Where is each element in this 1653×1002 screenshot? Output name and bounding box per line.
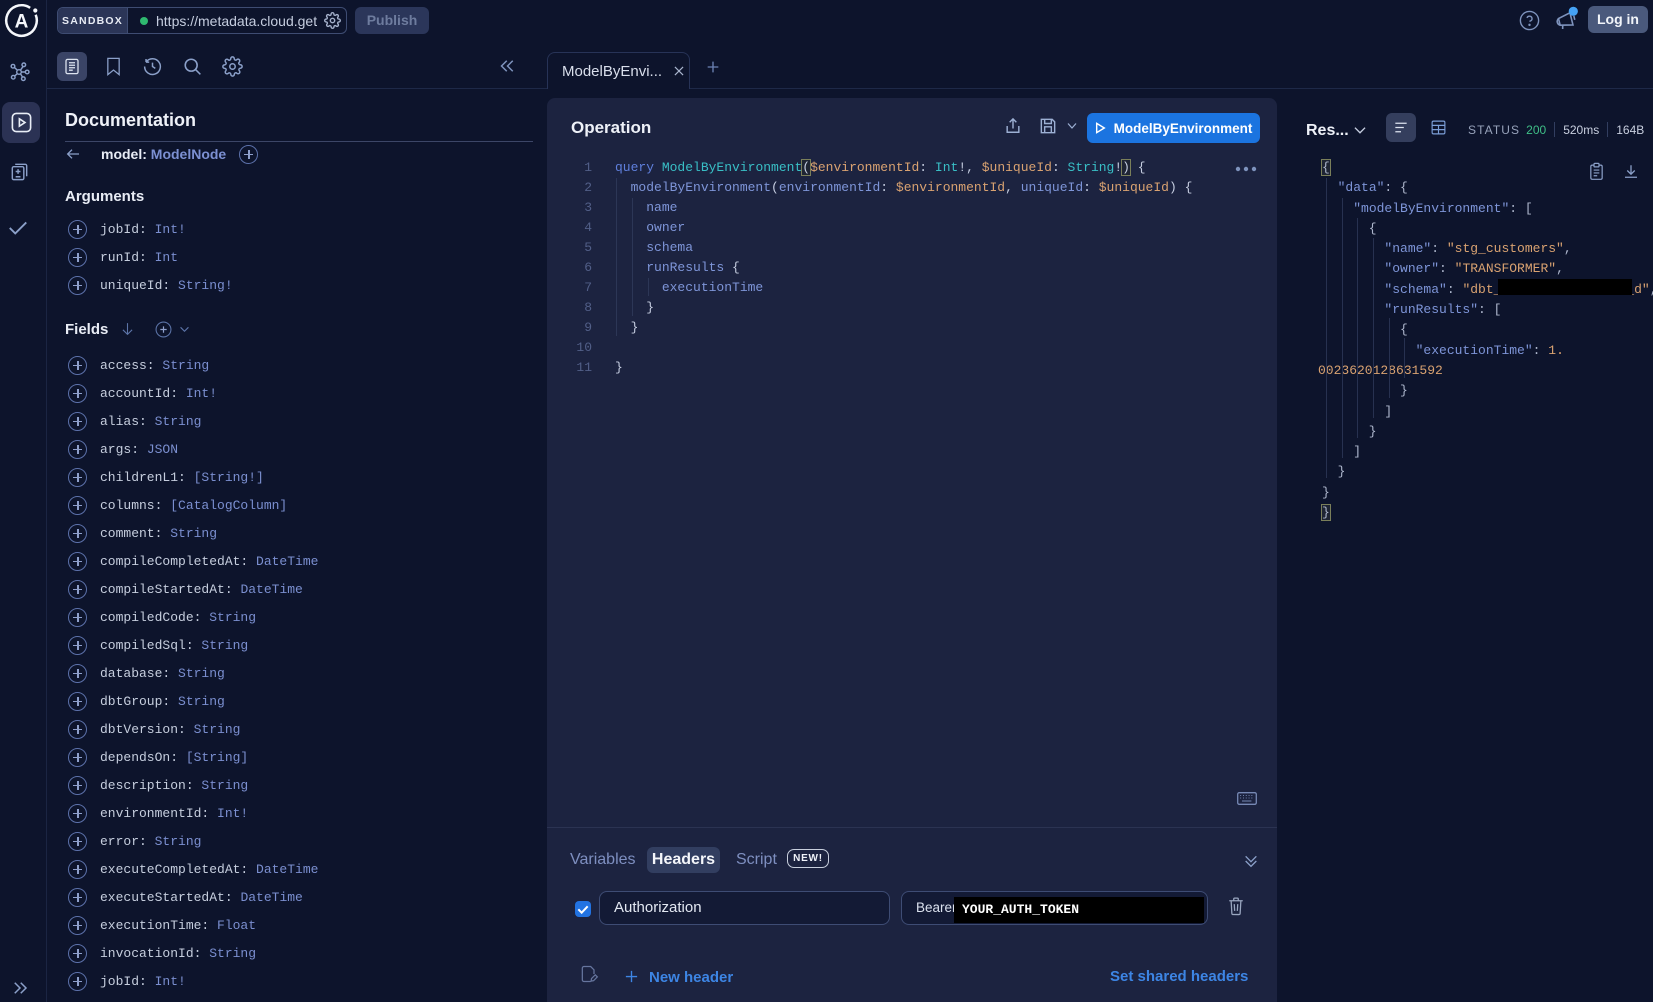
svg-text:A: A [15,12,29,33]
